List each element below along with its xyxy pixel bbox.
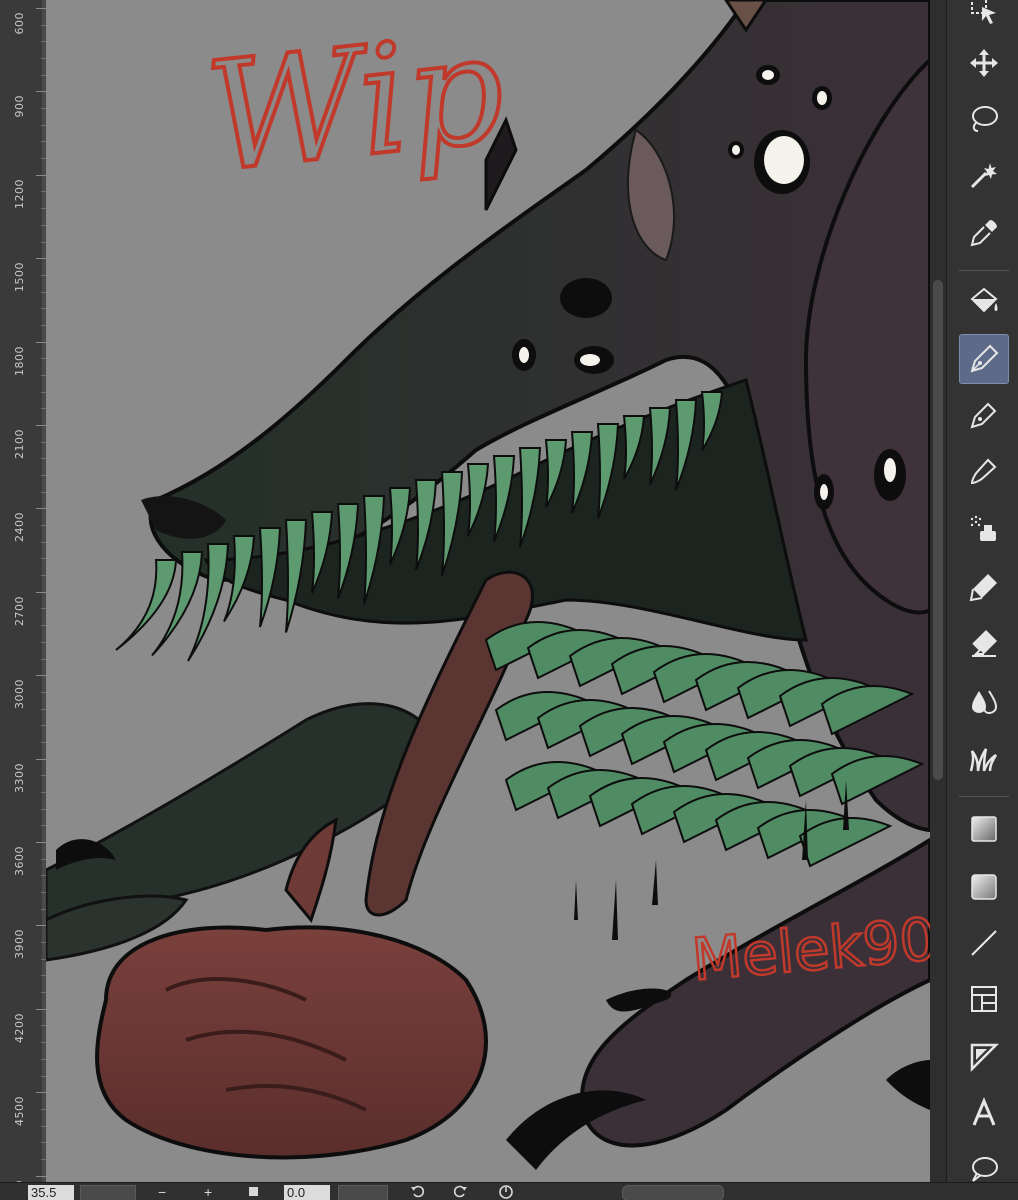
move-arrows-icon (970, 49, 998, 77)
ruler-tool[interactable] (959, 1032, 1009, 1082)
ruler-label: 900 (13, 95, 26, 118)
blend-drops-icon (972, 690, 998, 715)
lasso-icon (972, 106, 998, 132)
decoration-tool[interactable] (959, 562, 1009, 612)
ruler-label: 2700 (13, 595, 26, 626)
auto-select-tool[interactable] (959, 150, 1009, 200)
frame-tool[interactable] (959, 974, 1009, 1024)
grass-icon (969, 748, 998, 772)
ruler-major-tick (36, 174, 46, 176)
zoom-slider[interactable] (80, 1185, 136, 1200)
object-select-tool[interactable] (959, 0, 1009, 36)
ruler-label: 600 (13, 12, 26, 35)
text-a-icon (972, 1097, 996, 1126)
airbrush-tool[interactable] (959, 504, 1009, 554)
ruler-major-tick (36, 508, 46, 510)
text-tool[interactable] (959, 1088, 1009, 1138)
move-tool[interactable] (959, 38, 1009, 88)
artwork: Wip Melek90 (46, 0, 930, 1182)
speech-balloon-icon (972, 1157, 998, 1182)
gradient-square-icon (971, 816, 997, 842)
brush-nib-icon (970, 458, 997, 485)
scrollbar-thumb[interactable] (933, 280, 943, 780)
ruler-major-tick (36, 842, 46, 843)
pen-tool[interactable] (959, 334, 1009, 384)
ruler-major-tick (36, 1008, 46, 1010)
ruler-label: 1800 (13, 345, 26, 376)
drawing-canvas[interactable]: Wip Melek90 (46, 0, 930, 1182)
ruler-major-tick (36, 1175, 46, 1177)
eyedropper-icon (970, 220, 997, 247)
reset-rotation-button[interactable] (497, 1183, 515, 1200)
rotate-right-icon (453, 1185, 467, 1198)
ruler-label: 3600 (13, 846, 26, 876)
pencil-tool[interactable] (959, 390, 1009, 440)
shape-square-icon (971, 874, 997, 900)
pen-nib-icon (970, 344, 999, 373)
tool-palette (946, 0, 1018, 1182)
ruler-major-tick (36, 91, 46, 93)
canvas-scrollbar[interactable] (930, 0, 946, 1182)
eyedropper-tool[interactable] (959, 208, 1009, 258)
ruler-label: 2400 (13, 512, 26, 543)
reset-rotation-icon (499, 1185, 513, 1199)
decoration-grass-tool[interactable] (959, 734, 1009, 784)
ruler-major-tick (36, 925, 46, 927)
eraser-tool[interactable] (959, 618, 1009, 668)
line-icon (971, 930, 997, 956)
ruler-major-tick (36, 425, 46, 426)
pencil-nib-icon (970, 402, 997, 429)
ruler-label: 2100 (13, 429, 26, 459)
vertical-ruler[interactable]: 600 900 1200 1500 1800 2100 2400 2700 3000 3300 36… (0, 0, 46, 1200)
rotate-left-icon (411, 1185, 425, 1198)
clip-studio-window: 600 900 1200 1500 1800 2100 2400 2700 3000 3300 36… (0, 0, 1018, 1200)
ruler-major-tick (36, 591, 46, 593)
ruler-major-tick (36, 675, 46, 677)
marker-icon (969, 574, 997, 602)
rotate-right-button[interactable] (452, 1183, 468, 1200)
ruler-label: 4500 (13, 1096, 26, 1127)
ruler-label: 3900 (13, 929, 26, 960)
ruler-major-tick (36, 8, 46, 9)
eraser-icon (972, 630, 997, 657)
lasso-tool[interactable] (959, 94, 1009, 144)
rotation-value-field[interactable]: 0.0 (284, 1185, 330, 1200)
ruler-major-tick (36, 1092, 46, 1094)
fit-view-button[interactable] (249, 1187, 258, 1196)
ruler-triangle-icon (970, 1043, 1000, 1073)
magic-wand-icon (970, 163, 997, 189)
ruler-label: 1200 (13, 178, 26, 209)
rotation-slider[interactable] (338, 1185, 388, 1200)
paint-bucket-icon (970, 287, 998, 313)
ruler-major-tick (36, 341, 46, 343)
brush-tool[interactable] (959, 446, 1009, 496)
rotate-left-button[interactable] (410, 1183, 426, 1200)
zoom-out-button[interactable]: − (158, 1183, 166, 1200)
fill-tool[interactable] (959, 276, 1009, 326)
wip-text: Wip (200, 2, 512, 206)
line-tool[interactable] (959, 918, 1009, 968)
airbrush-icon (970, 515, 996, 541)
zoom-value-field[interactable]: 35.5 (28, 1185, 74, 1200)
shape-tool[interactable] (959, 862, 1009, 912)
frame-border-icon (971, 986, 997, 1012)
ruler-label: 4200 (13, 1012, 26, 1043)
cursor-box-icon (971, 0, 996, 24)
ruler-label: 3000 (13, 679, 26, 710)
horizontal-scrollbar-thumb[interactable] (622, 1185, 724, 1200)
navigator-bar: 35.5 − + 0.0 (0, 1182, 1018, 1200)
ruler-major-tick (36, 258, 46, 260)
ruler-label: 1500 (13, 262, 26, 293)
blend-tool[interactable] (959, 676, 1009, 726)
gradient-tool[interactable] (959, 804, 1009, 854)
ruler-label: 3300 (13, 762, 26, 793)
ruler-major-tick (36, 758, 46, 760)
zoom-in-button[interactable]: + (204, 1183, 212, 1200)
